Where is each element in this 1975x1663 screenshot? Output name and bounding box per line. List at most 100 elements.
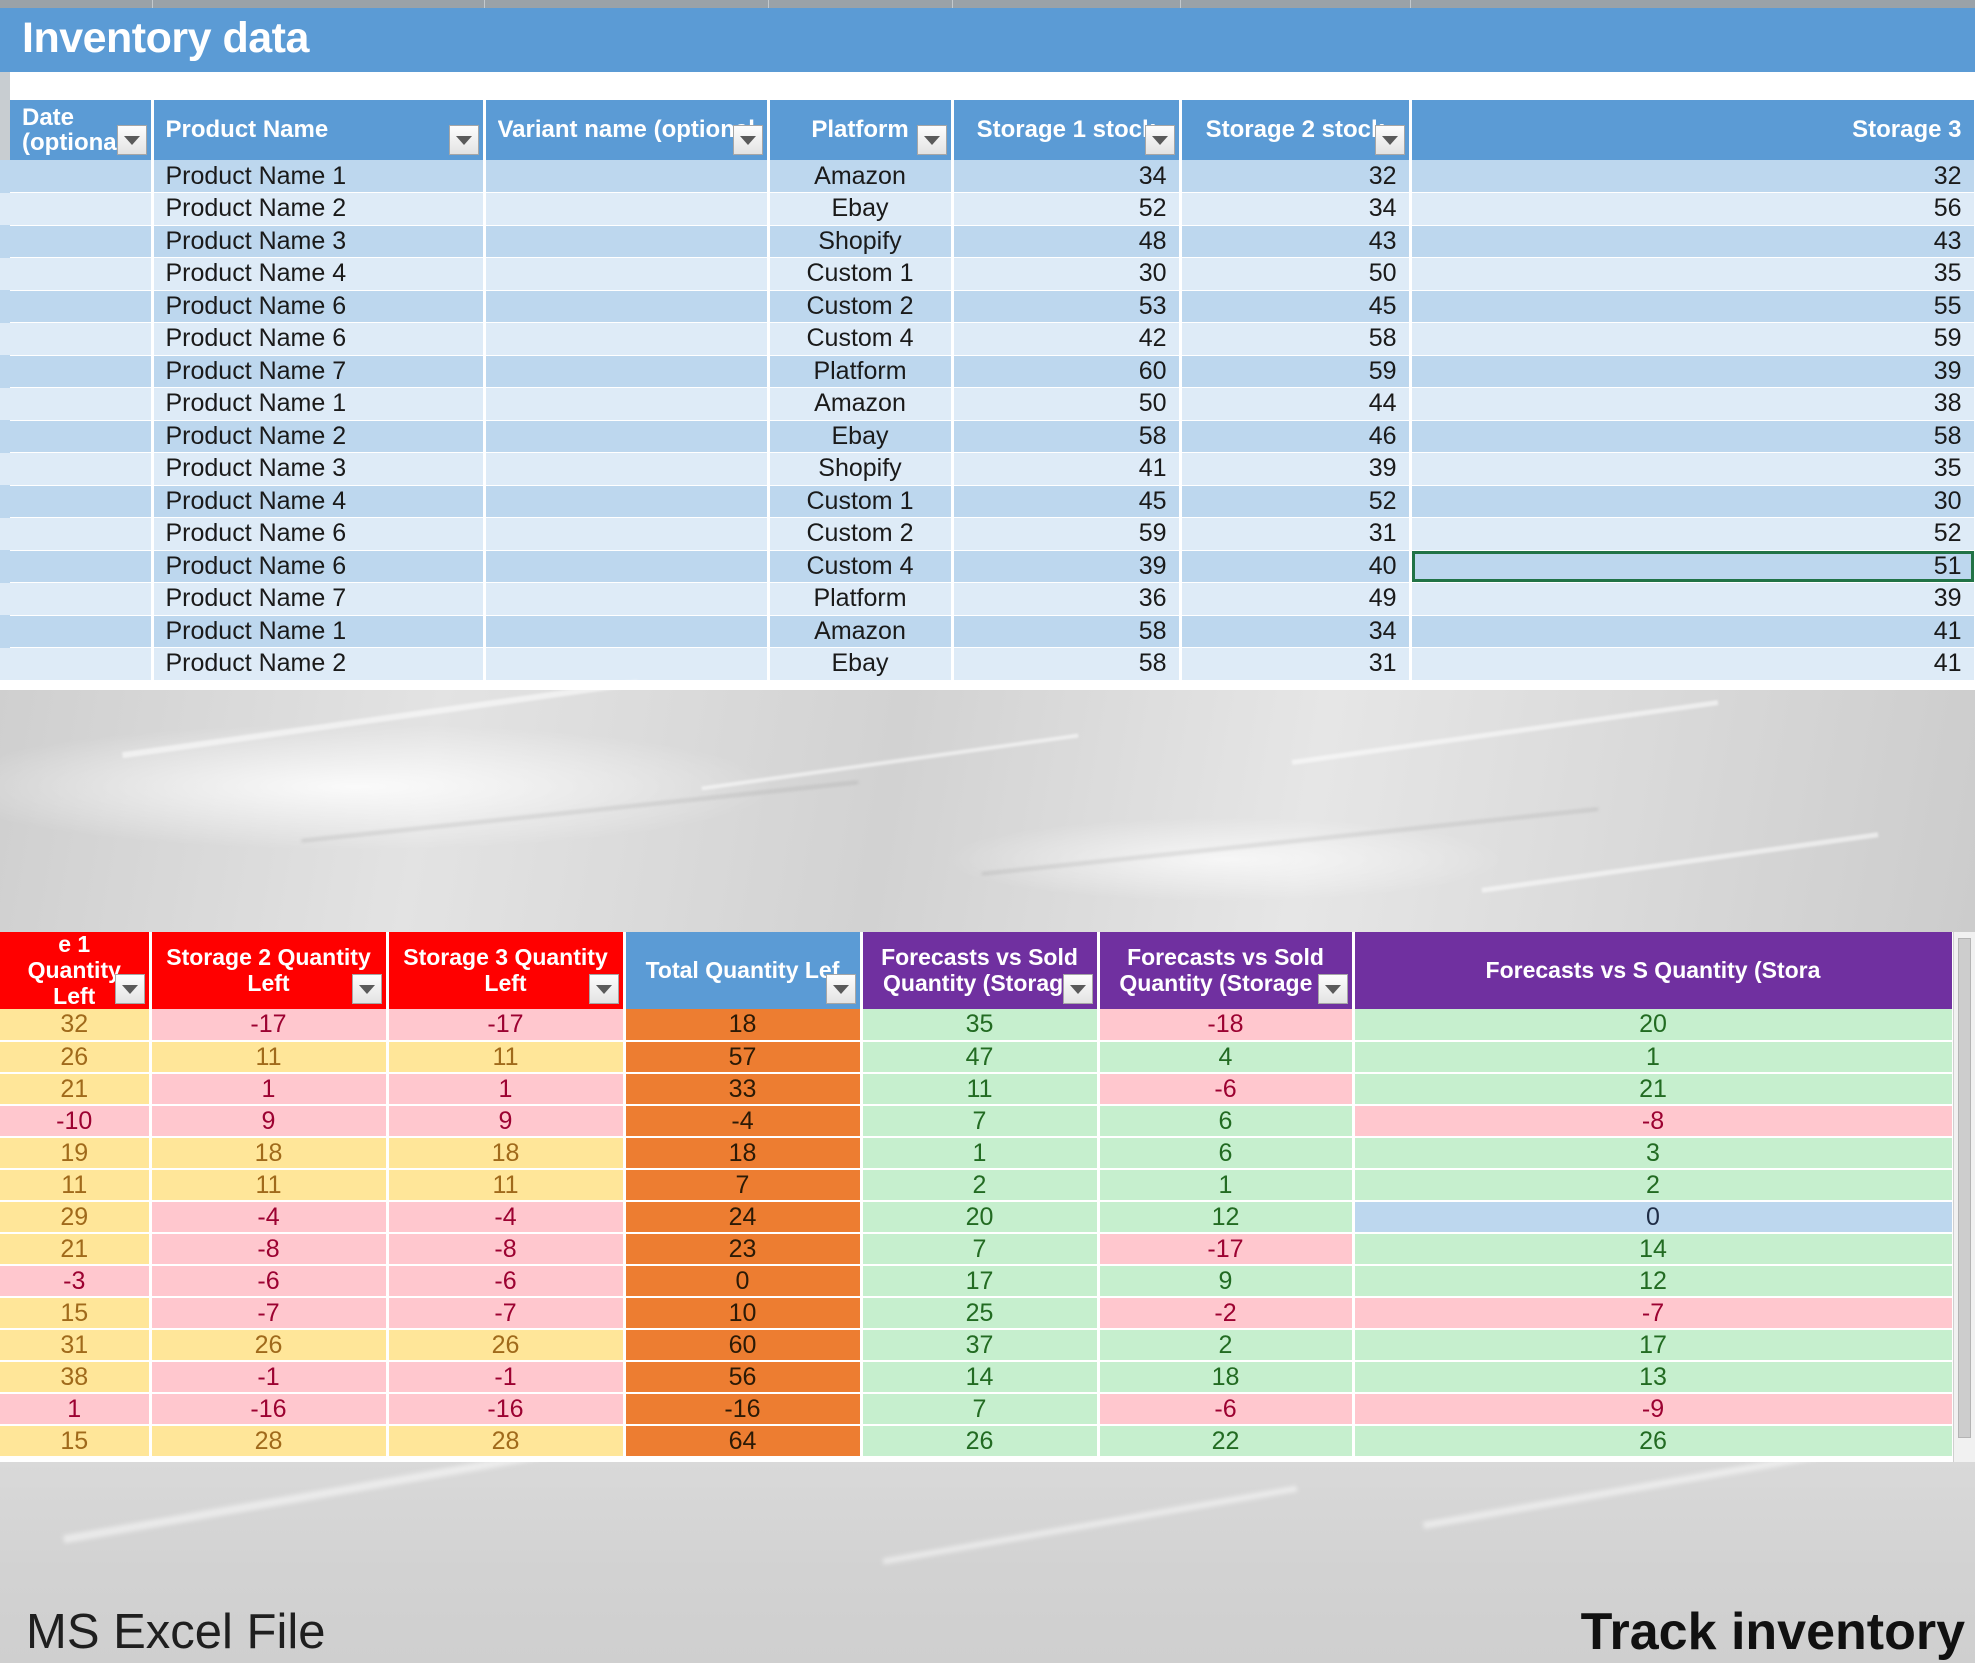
cell-total-quantity-left[interactable]: -16 xyxy=(624,1393,863,1427)
cell-forecast-vs-sold-1[interactable]: 1 xyxy=(861,1137,1100,1171)
cell-storage-2-stock[interactable]: 50 xyxy=(1180,257,1412,291)
cell-forecast-vs-sold-3[interactable]: -9 xyxy=(1353,1393,1955,1427)
cell-storage-1-stock[interactable]: 39 xyxy=(952,550,1182,583)
filter-dropdown-icon[interactable] xyxy=(351,974,382,1005)
cell-forecast-vs-sold-3[interactable]: 2 xyxy=(1353,1169,1955,1203)
cell-storage-1-quantity-left[interactable]: 15 xyxy=(0,1297,152,1331)
cell-forecast-vs-sold-1[interactable]: 2 xyxy=(861,1169,1100,1203)
cell-platform[interactable]: Ebay xyxy=(768,647,954,681)
col-header-forecasts-vs-sold-1[interactable]: Forecasts vs Sold Quantity (Storage xyxy=(861,932,1100,1010)
cell-storage-1-stock[interactable]: 53 xyxy=(952,290,1182,323)
cell-forecast-vs-sold-1[interactable]: 14 xyxy=(861,1361,1100,1395)
cell-storage-2-stock[interactable]: 45 xyxy=(1180,290,1412,323)
cell-variant-name[interactable] xyxy=(484,290,770,323)
cell-date[interactable] xyxy=(10,485,154,518)
cell-storage-3-quantity-left[interactable]: 11 xyxy=(387,1041,626,1075)
filter-dropdown-icon[interactable] xyxy=(448,125,479,155)
cell-storage-2-quantity-left[interactable]: -4 xyxy=(150,1201,389,1235)
col-header-platform[interactable]: Platform xyxy=(768,100,954,160)
cell-forecast-vs-sold-2[interactable]: 4 xyxy=(1098,1041,1355,1075)
table-row[interactable]: 38 -1 -1 56 14 18 13 xyxy=(0,1361,1975,1395)
cell-storage-2-stock[interactable]: 34 xyxy=(1180,615,1412,648)
cell-storage-2-quantity-left[interactable]: -17 xyxy=(150,1009,389,1043)
table-row[interactable]: Product Name 6 Custom 4 39 40 51 xyxy=(0,550,1975,583)
cell-storage-1-stock[interactable]: 45 xyxy=(952,485,1182,518)
cell-forecast-vs-sold-1[interactable]: 20 xyxy=(861,1201,1100,1235)
table-row[interactable]: 15 28 28 64 26 22 26 xyxy=(0,1425,1975,1459)
cell-date[interactable] xyxy=(10,582,154,616)
cell-variant-name[interactable] xyxy=(484,615,770,648)
filter-dropdown-icon[interactable] xyxy=(1317,974,1348,1005)
cell-storage-3-quantity-left[interactable]: -7 xyxy=(387,1297,626,1331)
cell-date[interactable] xyxy=(10,647,154,681)
cell-storage-3-quantity-left[interactable]: 26 xyxy=(387,1329,626,1363)
table-row[interactable]: Product Name 3 Shopify 41 39 35 xyxy=(0,452,1975,486)
col-header-storage-1-stock[interactable]: Storage 1 stock xyxy=(952,100,1182,160)
cell-storage-1-quantity-left[interactable]: 1 xyxy=(0,1393,152,1427)
cell-variant-name[interactable] xyxy=(484,517,770,551)
cell-date[interactable] xyxy=(10,517,154,551)
cell-forecast-vs-sold-1[interactable]: 35 xyxy=(861,1009,1100,1043)
table-row[interactable]: Product Name 7 Platform 60 59 39 xyxy=(0,355,1975,388)
cell-variant-name[interactable] xyxy=(484,485,770,518)
cell-storage-2-stock[interactable]: 58 xyxy=(1180,322,1412,356)
cell-product-name[interactable]: Product Name 3 xyxy=(152,452,486,486)
cell-date[interactable] xyxy=(10,387,154,421)
cell-forecast-vs-sold-1[interactable]: 17 xyxy=(861,1265,1100,1299)
table-row[interactable]: 21 -8 -8 23 7 -17 14 xyxy=(0,1233,1975,1267)
cell-storage-1-quantity-left[interactable]: 21 xyxy=(0,1233,152,1267)
cell-total-quantity-left[interactable]: 60 xyxy=(624,1329,863,1363)
cell-forecast-vs-sold-2[interactable]: 9 xyxy=(1098,1265,1355,1299)
cell-forecast-vs-sold-1[interactable]: 37 xyxy=(861,1329,1100,1363)
cell-storage-3-stock[interactable]: 41 xyxy=(1410,615,1975,648)
cell-storage-3-quantity-left[interactable]: 18 xyxy=(387,1137,626,1171)
cell-storage-2-quantity-left[interactable]: 11 xyxy=(150,1041,389,1075)
cell-total-quantity-left[interactable]: -4 xyxy=(624,1105,863,1139)
cell-storage-2-quantity-left[interactable]: 26 xyxy=(150,1329,389,1363)
col-header-storage-1-quantity-left[interactable]: e 1 Quantity Left xyxy=(0,932,152,1010)
cell-variant-name[interactable] xyxy=(484,452,770,486)
cell-platform[interactable]: Custom 4 xyxy=(768,550,954,583)
cell-forecast-vs-sold-3[interactable]: 3 xyxy=(1353,1137,1955,1171)
cell-forecast-vs-sold-2[interactable]: 1 xyxy=(1098,1169,1355,1203)
table-row[interactable]: -10 9 9 -4 7 6 -8 xyxy=(0,1105,1975,1139)
table-row[interactable]: 32 -17 -17 18 35 -18 20 xyxy=(0,1009,1975,1043)
cell-storage-3-stock selected-cell[interactable]: 51 xyxy=(1410,550,1975,583)
cell-storage-1-stock[interactable]: 42 xyxy=(952,322,1182,356)
cell-variant-name[interactable] xyxy=(484,582,770,616)
col-header-storage-2-quantity-left[interactable]: Storage 2 Quantity Left xyxy=(150,932,389,1010)
cell-storage-1-quantity-left[interactable]: -3 xyxy=(0,1265,152,1299)
cell-storage-1-quantity-left[interactable]: 15 xyxy=(0,1425,152,1459)
filter-dropdown-icon[interactable] xyxy=(732,125,763,155)
cell-forecast-vs-sold-2[interactable]: 22 xyxy=(1098,1425,1355,1459)
cell-product-name[interactable]: Product Name 6 xyxy=(152,290,486,323)
cell-platform[interactable]: Custom 1 xyxy=(768,485,954,518)
cell-storage-2-stock[interactable]: 34 xyxy=(1180,192,1412,226)
table-row[interactable]: 11 11 11 7 2 1 2 xyxy=(0,1169,1975,1203)
table-row[interactable]: Product Name 4 Custom 1 45 52 30 xyxy=(0,485,1975,518)
cell-storage-3-stock[interactable]: 59 xyxy=(1410,322,1975,356)
cell-storage-3-stock[interactable]: 43 xyxy=(1410,225,1975,258)
cell-storage-3-quantity-left[interactable]: -17 xyxy=(387,1009,626,1043)
cell-storage-3-stock[interactable]: 55 xyxy=(1410,290,1975,323)
cell-storage-2-quantity-left[interactable]: 1 xyxy=(150,1073,389,1107)
col-header-date[interactable]: Date (optional) xyxy=(10,100,154,160)
col-header-storage-3-stock[interactable]: Storage 3 xyxy=(1410,100,1975,160)
cell-variant-name[interactable] xyxy=(484,550,770,583)
cell-date[interactable] xyxy=(10,322,154,356)
cell-forecast-vs-sold-3[interactable]: 12 xyxy=(1353,1265,1955,1299)
cell-storage-3-stock[interactable]: 35 xyxy=(1410,452,1975,486)
cell-platform[interactable]: Custom 2 xyxy=(768,290,954,323)
cell-storage-2-quantity-left[interactable]: -1 xyxy=(150,1361,389,1395)
col-header-storage-2-stock[interactable]: Storage 2 stock xyxy=(1180,100,1412,160)
cell-storage-2-quantity-left[interactable]: 18 xyxy=(150,1137,389,1171)
cell-storage-2-stock[interactable]: 46 xyxy=(1180,420,1412,453)
cell-total-quantity-left[interactable]: 64 xyxy=(624,1425,863,1459)
cell-storage-2-quantity-left[interactable]: -7 xyxy=(150,1297,389,1331)
cell-variant-name[interactable] xyxy=(484,420,770,453)
cell-platform[interactable]: Amazon xyxy=(768,160,954,193)
cell-storage-2-stock[interactable]: 59 xyxy=(1180,355,1412,388)
cell-product-name[interactable]: Product Name 1 xyxy=(152,615,486,648)
filter-dropdown-icon[interactable] xyxy=(1144,125,1175,155)
cell-storage-1-quantity-left[interactable]: 26 xyxy=(0,1041,152,1075)
